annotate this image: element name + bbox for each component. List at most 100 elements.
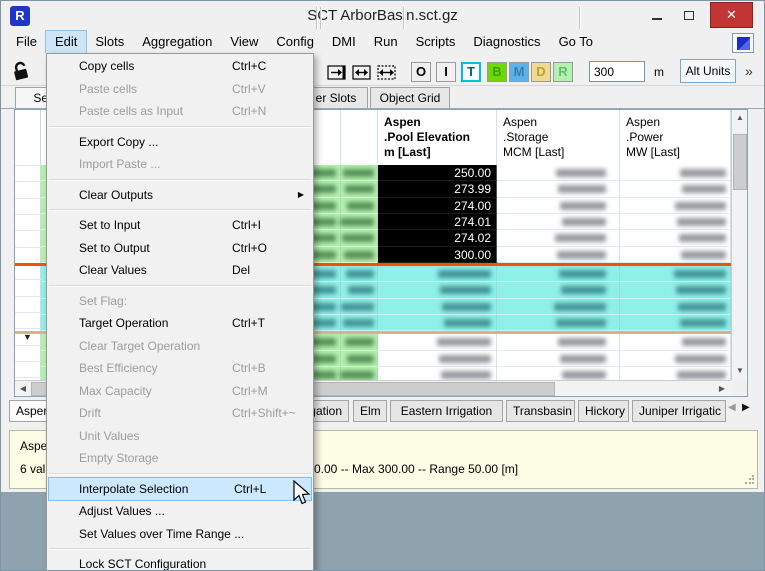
selected-cell[interactable]: 274.01 [378, 213, 497, 231]
table-cell[interactable] [341, 334, 378, 351]
table-cell[interactable] [620, 366, 731, 380]
table-cell[interactable] [378, 366, 497, 380]
menu-item-paste-cells[interactable]: Paste cells Ctrl+V [47, 78, 313, 101]
alt-units-button[interactable]: Alt Units [680, 59, 736, 83]
table-cell[interactable] [620, 265, 731, 283]
close-button[interactable]: ✕ [710, 2, 753, 28]
table-cell[interactable] [497, 197, 620, 214]
table-cell[interactable] [620, 246, 731, 263]
value-input[interactable] [589, 61, 645, 82]
table-cell[interactable] [620, 230, 731, 247]
vertical-scroll-thumb[interactable] [733, 134, 747, 190]
table-cell[interactable] [378, 314, 497, 332]
fit-all-columns-button[interactable] [376, 62, 397, 83]
table-cell[interactable] [340, 213, 378, 231]
menu-item-empty-storage[interactable]: Empty Storage [47, 447, 313, 470]
table-cell[interactable] [497, 246, 620, 263]
object-tab-elm[interactable]: Elm [353, 400, 387, 422]
scroll-up-icon[interactable]: ▲ [732, 110, 748, 126]
menu-config[interactable]: Config [267, 31, 323, 53]
menu-item-unit-values[interactable]: Unit Values [47, 425, 313, 448]
table-cell[interactable] [620, 197, 731, 214]
menu-item-clear-target-operation[interactable]: Clear Target Operation [47, 335, 313, 358]
riverware-logo-button[interactable] [732, 33, 754, 53]
flag-button-m[interactable]: M [509, 62, 529, 82]
column-header-aspen-pool-elevation-m-last[interactable]: Aspen .Pool Elevation m [Last] [378, 110, 497, 165]
table-cell[interactable] [378, 298, 497, 315]
menu-item-clear-values[interactable]: Clear Values Del [47, 259, 313, 282]
table-cell[interactable] [497, 230, 620, 247]
scroll-right-icon[interactable]: ▶ [714, 381, 730, 397]
selected-cell[interactable]: 300.00 [378, 246, 497, 263]
table-cell[interactable] [620, 298, 731, 315]
table-cell[interactable] [341, 314, 378, 332]
menu-item-adjust-values[interactable]: Adjust Values ... [47, 500, 313, 523]
menu-item-lock-sct-configuration[interactable]: Lock SCT Configuration [47, 553, 313, 570]
menu-item-clear-outputs[interactable]: Clear Outputs ▶ [47, 184, 313, 207]
menu-item-interpolate-selection[interactable]: Interpolate Selection Ctrl+L [48, 476, 312, 501]
table-cell[interactable] [341, 246, 378, 263]
menu-item-copy-cells[interactable]: Copy cells Ctrl+C [47, 55, 313, 78]
table-cell[interactable] [341, 181, 378, 198]
selected-cell[interactable]: 274.00 [378, 197, 497, 214]
flag-button-d[interactable]: D [531, 62, 551, 82]
table-cell[interactable] [497, 213, 620, 231]
resize-grip-icon[interactable] [744, 475, 754, 485]
table-cell[interactable] [497, 334, 620, 351]
tab-object-grid[interactable]: Object Grid [370, 87, 450, 109]
selected-cell[interactable]: 273.99 [378, 181, 497, 198]
table-cell[interactable] [497, 314, 620, 332]
menu-go-to[interactable]: Go To [550, 31, 602, 53]
menu-edit[interactable]: Edit [44, 30, 88, 54]
table-cell[interactable] [341, 230, 378, 247]
table-cell[interactable] [497, 298, 620, 315]
toolbar-overflow-button[interactable]: » [745, 63, 753, 79]
row-expander-icon[interactable]: ▼ [23, 332, 32, 342]
table-cell[interactable] [497, 181, 620, 198]
menu-view[interactable]: View [221, 31, 267, 53]
menu-item-set-values-over-time-range[interactable]: Set Values over Time Range ... [47, 523, 313, 546]
table-cell[interactable] [620, 282, 731, 299]
menu-item-set-to-input[interactable]: Set to Input Ctrl+I [47, 214, 313, 237]
menu-item-import-paste[interactable]: Import Paste ... [47, 153, 313, 176]
table-cell[interactable] [341, 165, 378, 182]
table-cell[interactable] [620, 213, 731, 231]
table-cell[interactable] [497, 165, 620, 182]
object-tab-hickory[interactable]: Hickory [578, 400, 629, 422]
menu-item-target-operation[interactable]: Target Operation Ctrl+T [47, 312, 313, 335]
table-cell[interactable] [378, 334, 497, 351]
table-cell[interactable] [620, 350, 731, 367]
lock-button[interactable] [9, 59, 34, 83]
menu-file[interactable]: File [7, 31, 46, 53]
table-cell[interactable] [378, 282, 497, 299]
flag-button-t[interactable]: T [461, 62, 481, 82]
table-cell[interactable] [341, 350, 378, 367]
table-cell[interactable] [341, 282, 378, 299]
table-cell[interactable] [340, 366, 378, 380]
object-tab-eastern-irrigation[interactable]: Eastern Irrigation [390, 400, 503, 422]
tabs-scroll-left-icon[interactable]: ◀ [728, 402, 736, 413]
table-cell[interactable] [497, 265, 620, 283]
table-cell[interactable] [341, 265, 378, 283]
menu-item-drift[interactable]: Drift Ctrl+Shift+~ [47, 402, 313, 425]
table-cell[interactable] [341, 298, 378, 315]
table-cell[interactable] [378, 350, 497, 367]
flag-button-i[interactable]: I [436, 62, 456, 82]
table-cell[interactable] [497, 366, 620, 380]
menu-item-export-copy[interactable]: Export Copy ... [47, 131, 313, 154]
header-cell-empty[interactable] [341, 110, 378, 165]
menu-run[interactable]: Run [365, 31, 407, 53]
column-header-aspen-power-mw-last[interactable]: Aspen .Power MW [Last] [620, 110, 731, 165]
table-cell[interactable] [620, 181, 731, 198]
vertical-scrollbar[interactable]: ▲ ▼ [731, 110, 747, 380]
flag-button-b[interactable]: B [487, 62, 507, 82]
table-cell[interactable] [378, 265, 497, 283]
scroll-down-icon[interactable]: ▼ [732, 363, 748, 379]
object-tab-juniper-irrigatic[interactable]: Juniper Irrigatic [632, 400, 726, 422]
menu-scripts[interactable]: Scripts [407, 31, 465, 53]
column-header-aspen-storage-mcm-last[interactable]: Aspen .Storage MCM [Last] [497, 110, 620, 165]
menu-item-paste-cells-as-input[interactable]: Paste cells as Input Ctrl+N [47, 100, 313, 123]
table-cell[interactable] [620, 165, 731, 182]
flag-button-r[interactable]: R [553, 62, 573, 82]
menu-diagnostics[interactable]: Diagnostics [464, 31, 549, 53]
